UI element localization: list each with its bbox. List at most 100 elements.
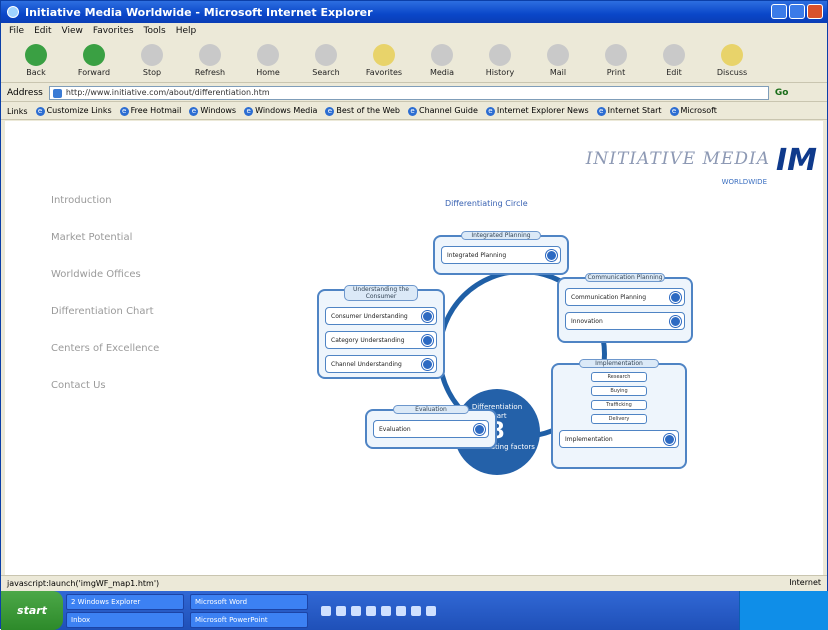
status-bar: javascript:launch('imgWF_map1.htm') Inte… bbox=[1, 575, 827, 591]
task-button[interactable]: Microsoft PowerPoint bbox=[190, 611, 308, 628]
app-icon[interactable] bbox=[381, 605, 391, 616]
nav-market-potential[interactable]: Market Potential bbox=[51, 232, 159, 243]
task-button[interactable]: Inbox bbox=[66, 611, 184, 628]
link-item[interactable]: Windows Media bbox=[244, 106, 317, 116]
toolbar-label: Stop bbox=[142, 68, 162, 77]
toolbar-edit-button[interactable]: Edit bbox=[645, 44, 703, 77]
app-icon[interactable] bbox=[396, 605, 406, 616]
menu-bar: File Edit View Favorites Tools Help bbox=[1, 23, 827, 39]
menu-favorites[interactable]: Favorites bbox=[93, 26, 134, 36]
history-icon bbox=[489, 44, 511, 66]
address-bar: Address http://www.initiative.com/about/… bbox=[1, 84, 827, 102]
communication-planning-button[interactable]: Communication Planning bbox=[565, 288, 685, 306]
panel-understanding-consumer: Understanding the Consumer Consumer Unde… bbox=[317, 285, 445, 379]
app-icon[interactable] bbox=[321, 605, 331, 616]
button-label: Consumer Understanding bbox=[331, 312, 408, 320]
toolbar-label: Forward bbox=[77, 68, 111, 77]
toolbar-print-button[interactable]: Print bbox=[587, 44, 645, 77]
toolbar-label: Refresh bbox=[194, 68, 226, 77]
toolbar-media-button[interactable]: Media bbox=[413, 44, 471, 77]
task-button[interactable]: 2 Windows Explorer bbox=[66, 593, 184, 610]
link-item[interactable]: Microsoft bbox=[670, 106, 717, 116]
nav-centers-of-excellence[interactable]: Centers of Excellence bbox=[51, 343, 159, 354]
task-button[interactable]: Microsoft Word bbox=[190, 593, 308, 610]
nav-worldwide-offices[interactable]: Worldwide Offices bbox=[51, 269, 159, 280]
channel-understanding-button[interactable]: Channel Understanding bbox=[325, 355, 437, 373]
toolbar-search-button[interactable]: Search bbox=[297, 44, 355, 77]
innovation-button[interactable]: Innovation bbox=[565, 312, 685, 330]
link-item[interactable]: Windows bbox=[189, 106, 236, 116]
link-item[interactable]: Channel Guide bbox=[408, 106, 478, 116]
address-input[interactable]: http://www.initiative.com/about/differen… bbox=[48, 85, 769, 100]
toolbar-home-button[interactable]: Home bbox=[239, 44, 297, 77]
toolbar-label: Mail bbox=[549, 68, 567, 77]
star-icon bbox=[373, 44, 395, 66]
toolbar-discuss-button[interactable]: Discuss bbox=[703, 44, 761, 77]
link-item[interactable]: Best of the Web bbox=[325, 106, 400, 116]
toolbar-stop-button[interactable]: Stop bbox=[123, 44, 181, 77]
trafficking-button[interactable]: Trafficking bbox=[591, 400, 647, 410]
differentiation-diagram: Integrated Planning Integrated Planning … bbox=[305, 217, 705, 567]
arrow-icon bbox=[422, 358, 433, 370]
go-button[interactable]: Go bbox=[775, 88, 789, 98]
close-icon[interactable] bbox=[807, 4, 823, 19]
media-icon bbox=[431, 44, 453, 66]
nav-contact-us[interactable]: Contact Us bbox=[51, 380, 159, 391]
taskbar-col: 2 Windows Explorer Inbox bbox=[63, 593, 187, 629]
link-item[interactable]: Customize Links bbox=[36, 106, 112, 116]
link-item[interactable]: Internet Start bbox=[597, 106, 662, 116]
integrated-planning-button[interactable]: Integrated Planning bbox=[441, 246, 561, 264]
arrow-icon bbox=[422, 310, 433, 322]
brand-sub: WORLDWIDE bbox=[721, 178, 767, 186]
nav-differentiation-chart[interactable]: Differentiation Chart bbox=[51, 306, 159, 317]
standard-toolbar: Back Forward Stop Refresh Home Search Favorite… bbox=[1, 39, 827, 83]
menu-tools[interactable]: Tools bbox=[144, 26, 166, 36]
toolbar-favorites-button[interactable]: Favorites bbox=[355, 44, 413, 77]
app-icon[interactable] bbox=[366, 605, 376, 616]
toolbar-back-button[interactable]: Back bbox=[7, 44, 65, 77]
links-label: Links bbox=[7, 106, 28, 116]
print-icon bbox=[605, 44, 627, 66]
search-icon bbox=[315, 44, 337, 66]
arrow-icon bbox=[474, 423, 485, 435]
buying-button[interactable]: Buying bbox=[591, 386, 647, 396]
taskbar-col: Microsoft Word Microsoft PowerPoint bbox=[187, 593, 311, 629]
link-item[interactable]: Internet Explorer News bbox=[486, 106, 589, 116]
app-icon[interactable] bbox=[351, 605, 361, 616]
back-arrow-icon bbox=[25, 44, 47, 66]
panel-header: Evaluation bbox=[392, 405, 470, 414]
menu-edit[interactable]: Edit bbox=[34, 26, 51, 36]
title-bar[interactable]: Initiative Media Worldwide - Microsoft I… bbox=[1, 1, 827, 23]
nav-introduction[interactable]: Introduction bbox=[51, 195, 159, 206]
arrow-icon bbox=[670, 291, 681, 303]
app-icon[interactable] bbox=[426, 605, 436, 616]
toolbar-history-button[interactable]: History bbox=[471, 44, 529, 77]
discuss-icon bbox=[721, 44, 743, 66]
browser-window: Initiative Media Worldwide - Microsoft I… bbox=[0, 0, 828, 630]
consumer-understanding-button[interactable]: Consumer Understanding bbox=[325, 307, 437, 325]
minimize-icon[interactable] bbox=[771, 4, 787, 19]
panel-integrated-planning: Integrated Planning Integrated Planning bbox=[433, 231, 569, 275]
category-understanding-button[interactable]: Category Understanding bbox=[325, 331, 437, 349]
brand-logo[interactable]: INITIATIVE MEDIA IM WORLDWIDE bbox=[586, 143, 817, 186]
toolbar-refresh-button[interactable]: Refresh bbox=[181, 44, 239, 77]
menu-help[interactable]: Help bbox=[176, 26, 197, 36]
link-item[interactable]: Free Hotmail bbox=[120, 106, 182, 116]
toolbar-mail-button[interactable]: Mail bbox=[529, 44, 587, 77]
maximize-icon[interactable] bbox=[789, 4, 805, 19]
delivery-button[interactable]: Delivery bbox=[591, 414, 647, 424]
implementation-button[interactable]: Implementation bbox=[559, 430, 679, 448]
app-icon[interactable] bbox=[411, 605, 421, 616]
evaluation-button[interactable]: Evaluation bbox=[373, 420, 489, 438]
research-button[interactable]: Research bbox=[591, 372, 647, 382]
system-tray bbox=[739, 591, 828, 630]
start-button[interactable]: start bbox=[1, 591, 63, 630]
button-label: Evaluation bbox=[379, 425, 411, 433]
toolbar-forward-button[interactable]: Forward bbox=[65, 44, 123, 77]
menu-file[interactable]: File bbox=[9, 26, 24, 36]
menu-view[interactable]: View bbox=[62, 26, 83, 36]
taskbar: start 2 Windows Explorer Inbox Microsoft… bbox=[1, 591, 828, 630]
arrow-icon bbox=[422, 334, 433, 346]
app-icon[interactable] bbox=[336, 605, 346, 616]
button-label: Implementation bbox=[565, 435, 613, 443]
